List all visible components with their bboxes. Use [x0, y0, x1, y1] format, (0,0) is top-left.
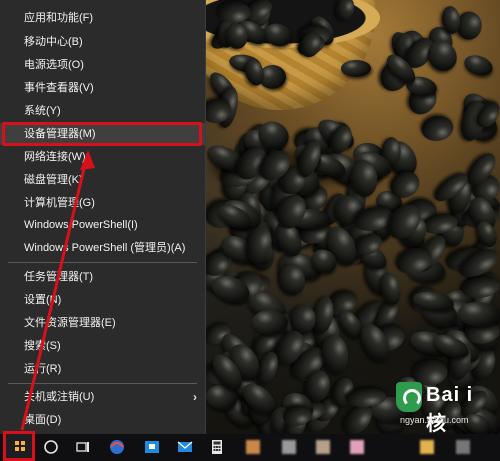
baidu-watermark: Bai i 核 ngyan.baidu.com	[396, 380, 492, 434]
bean	[462, 51, 496, 79]
menu-item-run[interactable]: 运行(R)	[0, 358, 205, 380]
highlight-box	[2, 122, 202, 146]
menu-item-desktop[interactable]: 桌面(D)	[0, 409, 205, 431]
menu-item-search[interactable]: 搜索(S)	[0, 335, 205, 357]
blurred-app-icon[interactable]	[246, 440, 260, 454]
menu-item-label: 事件查看器(V)	[24, 82, 94, 94]
menu-item-disk-management[interactable]: 磁盘管理(K)	[0, 169, 205, 191]
menu-item-label: 计算机管理(G)	[24, 197, 95, 209]
chevron-right-icon: ›	[193, 390, 197, 404]
menu-item-label: 运行(R)	[24, 363, 62, 375]
blurred-app-icon[interactable]	[282, 440, 296, 454]
menu-item-mobility-center[interactable]: 移动中心(B)	[0, 31, 205, 53]
menu-item-computer-management[interactable]: 计算机管理(G)	[0, 192, 205, 214]
baidu-logo-icon	[396, 382, 422, 412]
menu-item-label: 关机或注销(U)	[24, 391, 95, 403]
blurred-app-icon[interactable]	[350, 440, 364, 454]
store-icon[interactable]	[143, 438, 161, 456]
menu-item-event-viewer[interactable]: 事件查看器(V)	[0, 77, 205, 99]
calculator-icon[interactable]	[208, 438, 226, 456]
start-button[interactable]	[3, 431, 35, 461]
menu-item-label: 应用和功能(F)	[24, 12, 94, 24]
menu-item-network-connections[interactable]: 网络连接(W)	[0, 146, 205, 168]
task-view-icon[interactable]	[74, 438, 92, 456]
menu-item-label: 电源选项(O)	[24, 59, 84, 71]
cortana-icon[interactable]	[42, 438, 60, 456]
watermark-brand: Bai i 核	[426, 384, 474, 434]
menu-item-apps-features[interactable]: 应用和功能(F)	[0, 7, 205, 29]
blurred-app-icon[interactable]	[316, 440, 330, 454]
menu-item-label: 磁盘管理(K)	[24, 174, 83, 186]
menu-item-label: 网络连接(W)	[24, 151, 86, 163]
menu-item-powershell[interactable]: Windows PowerShell(I)	[0, 214, 205, 236]
windows-start-icon	[15, 441, 25, 451]
mail-icon[interactable]	[176, 438, 194, 456]
menu-item-powershell-admin[interactable]: Windows PowerShell (管理员)(A)	[0, 237, 205, 259]
bean	[318, 332, 351, 377]
menu-item-power-options[interactable]: 电源选项(O)	[0, 54, 205, 76]
bean	[340, 59, 372, 77]
menu-item-settings[interactable]: 设置(N)	[0, 289, 205, 311]
bean	[419, 113, 456, 143]
menu-item-label: 文件资源管理器(E)	[24, 317, 116, 329]
menu-item-label: Windows PowerShell (管理员)(A)	[24, 242, 186, 254]
menu-item-task-manager[interactable]: 任务管理器(T)	[0, 266, 205, 288]
bean	[461, 274, 500, 300]
menu-item-shutdown-signout[interactable]: 关机或注销(U) ›	[0, 386, 205, 408]
menu-separator	[8, 262, 197, 263]
watermark-url: ngyan.baidu.com	[400, 415, 469, 425]
menu-item-label: 桌面(D)	[24, 414, 62, 426]
winx-context-menu: 应用和功能(F) 移动中心(B) 电源选项(O) 事件查看器(V) 系统(Y) …	[0, 0, 206, 434]
menu-item-label: 搜索(S)	[24, 340, 61, 352]
menu-item-file-explorer[interactable]: 文件资源管理器(E)	[0, 312, 205, 334]
blurred-app-icon[interactable]	[456, 440, 470, 454]
menu-item-system[interactable]: 系统(Y)	[0, 100, 205, 122]
menu-item-label: 任务管理器(T)	[24, 271, 94, 283]
browser-icon[interactable]	[108, 438, 126, 456]
blurred-app-icon[interactable]	[420, 440, 434, 454]
menu-item-label: Windows PowerShell(I)	[24, 219, 138, 231]
taskbar	[0, 434, 500, 461]
menu-separator	[8, 383, 197, 384]
menu-item-label: 系统(Y)	[24, 105, 61, 117]
menu-item-label: 移动中心(B)	[24, 36, 83, 48]
menu-item-label: 设置(N)	[24, 294, 62, 306]
